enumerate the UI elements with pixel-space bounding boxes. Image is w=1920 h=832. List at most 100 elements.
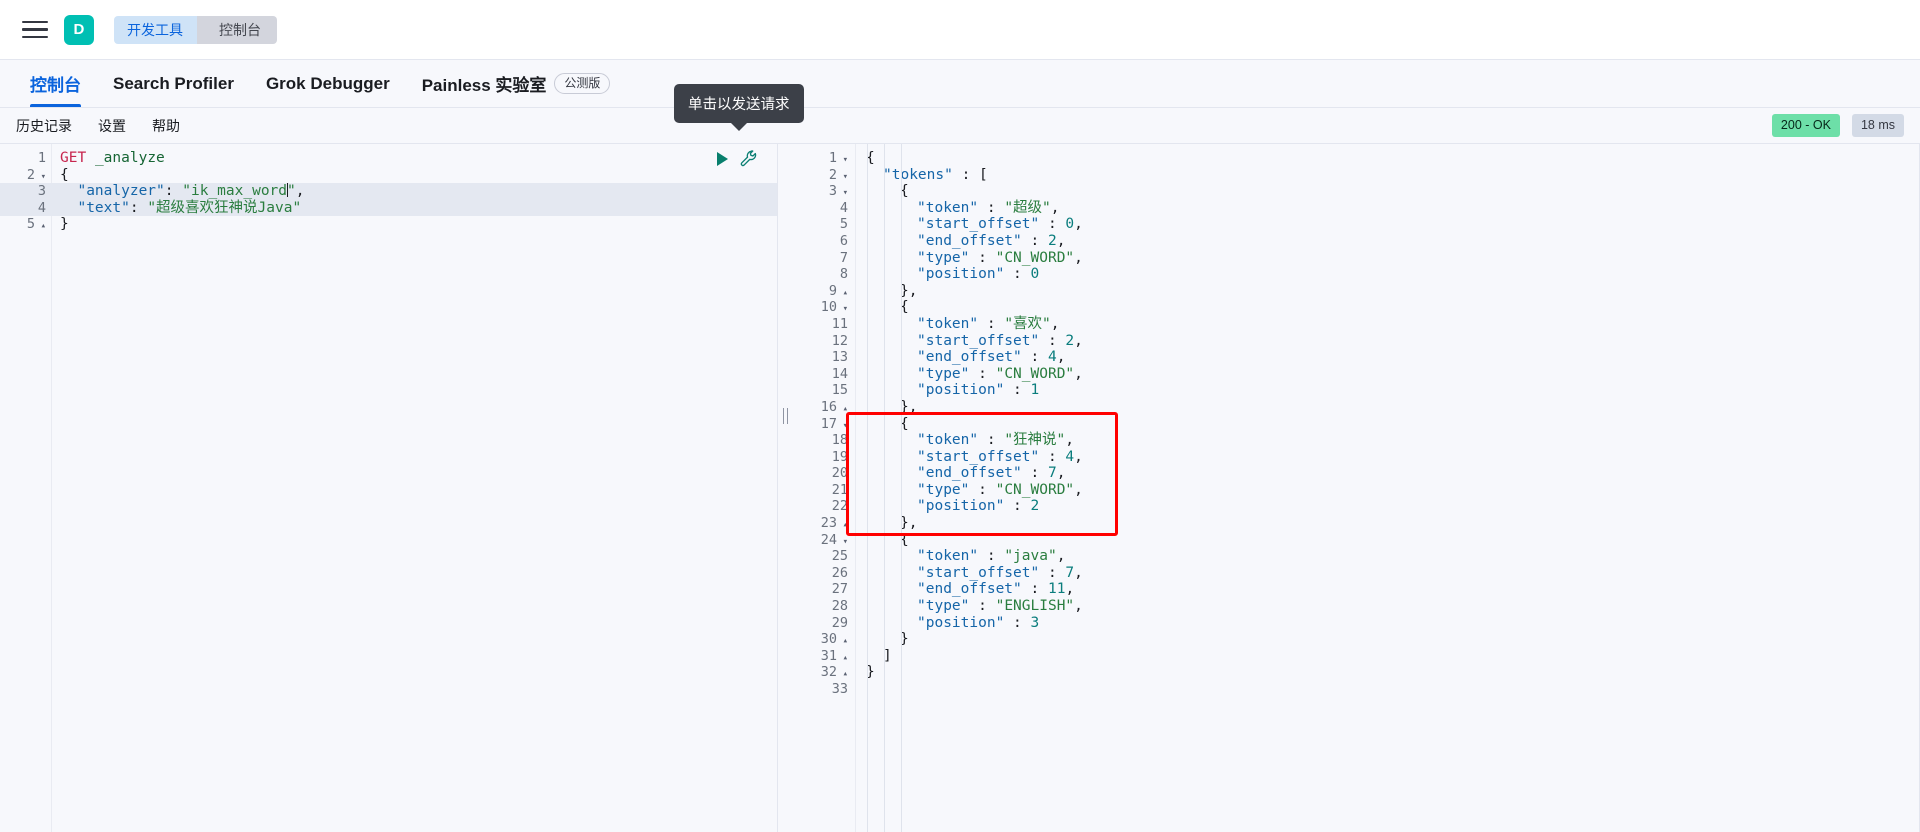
tab-console-label: 控制台 xyxy=(30,76,81,95)
code-line: 16 ▴}, xyxy=(778,399,1920,416)
code-text: "type" : "ENGLISH", xyxy=(856,598,1083,615)
toolbar-history-button[interactable]: 历史记录 xyxy=(16,116,72,136)
breadcrumb-item-console[interactable]: 控制台 xyxy=(197,15,277,44)
code-token: 7 xyxy=(1065,564,1075,581)
tab-search-profiler-label: Search Profiler xyxy=(113,73,234,93)
code-token: , xyxy=(1074,598,1083,615)
code-line: 27 "end_offset" : 11, xyxy=(778,581,1920,598)
code-line: 12 "start_offset" : 2, xyxy=(778,333,1920,350)
code-token: "token" xyxy=(917,315,979,332)
code-text: "end_offset" : 2, xyxy=(856,233,1065,250)
code-token: : xyxy=(1021,465,1048,482)
code-token: } xyxy=(60,216,69,233)
code-token: 11 xyxy=(1047,581,1066,598)
code-line: 24 ▾{ xyxy=(778,532,1920,549)
code-text: } xyxy=(52,216,69,233)
code-token: "text" xyxy=(77,199,130,216)
breadcrumb: 开发工具 控制台 xyxy=(114,15,277,44)
code-text: "start_offset" : 2, xyxy=(856,333,1083,350)
status-badge-beta: 公测版 xyxy=(554,73,611,94)
request-editor-code[interactable]: 1 GET _analyze 2 ▾{3 "analyzer": "ik_max_wo… xyxy=(0,144,777,832)
code-token: "type" xyxy=(917,481,970,498)
code-token: : xyxy=(952,166,980,183)
tab-console[interactable]: 控制台 xyxy=(14,60,97,107)
code-text: }, xyxy=(856,399,917,416)
code-text: "token" : "喜欢", xyxy=(856,316,1060,333)
code-line: 19 "start_offset" : 4, xyxy=(778,449,1920,466)
code-line: 1 GET _analyze xyxy=(0,150,777,167)
response-viewer-pane[interactable]: 1 ▾{2 ▾ "tokens" : [3 ▾{4 "token" : "超级", 5 "st… xyxy=(778,144,1920,832)
code-token: }, xyxy=(900,398,918,415)
code-token: 1 xyxy=(1030,382,1040,399)
code-line: 2 ▾ "tokens" : [ xyxy=(778,167,1920,184)
code-token: : xyxy=(164,183,183,200)
console-split-panes: 1 GET _analyze 2 ▾{3 "analyzer": "ik_max_wo… xyxy=(0,144,1920,832)
code-token: "analyzer" xyxy=(77,183,165,200)
code-line: 2 ▾{ xyxy=(0,167,777,184)
code-text: "type" : "CN_WORD", xyxy=(856,250,1083,267)
code-line: 4 "text": "超级喜欢狂神说Java" xyxy=(0,199,777,217)
toolbar-settings-button[interactable]: 设置 xyxy=(98,116,126,136)
code-token: "position" xyxy=(917,614,1005,631)
tab-painless-lab[interactable]: Painless 实验室 公测版 xyxy=(406,60,627,107)
tab-grok-debugger-label: Grok Debugger xyxy=(265,73,390,93)
code-line: 18 "token" : "狂神说", xyxy=(778,432,1920,449)
code-line: 20 "end_offset" : 7, xyxy=(778,465,1920,482)
code-text: "start_offset" : 7, xyxy=(856,565,1083,582)
code-line: 6 "end_offset" : 2, xyxy=(778,233,1920,250)
send-request-play-icon[interactable] xyxy=(717,151,728,166)
tab-search-profiler[interactable]: Search Profiler xyxy=(97,60,250,107)
code-token: : xyxy=(1039,216,1066,233)
request-editor-pane[interactable]: 1 GET _analyze 2 ▾{3 "analyzer": "ik_max_wo… xyxy=(0,144,778,832)
code-line: 26 "start_offset" : 7, xyxy=(778,565,1920,582)
line-number: 3 xyxy=(37,183,46,200)
code-text: "type" : "CN_WORD", xyxy=(856,482,1083,499)
code-token: { xyxy=(60,166,69,183)
code-text: }, xyxy=(856,283,917,300)
breadcrumb-item-devtools[interactable]: 开发工具 xyxy=(114,15,210,44)
status-badge-duration: 18 ms xyxy=(1851,114,1904,137)
tab-grok-debugger[interactable]: Grok Debugger xyxy=(250,60,406,107)
code-token: , xyxy=(1074,332,1083,349)
toolbar-help-button[interactable]: 帮助 xyxy=(152,116,180,136)
wrench-icon[interactable] xyxy=(740,150,757,167)
pane-splitter-handle[interactable] xyxy=(778,0,792,832)
code-token: : xyxy=(129,199,148,216)
code-token: 2 xyxy=(1065,332,1075,349)
code-token: , xyxy=(1056,548,1066,565)
code-line: 29 "position" : 3 xyxy=(778,615,1920,632)
code-token: 2 xyxy=(1030,498,1040,515)
code-token: : xyxy=(978,432,1005,449)
code-token: : xyxy=(1039,564,1066,581)
code-token: : xyxy=(1004,266,1031,283)
code-token: 4 xyxy=(1047,349,1057,366)
code-token: "position" xyxy=(917,266,1005,283)
code-line: 17 ▾{ xyxy=(778,416,1920,433)
code-line: 31 ▴] xyxy=(778,648,1920,665)
code-token: 2 xyxy=(1047,232,1057,249)
code-token: "超级" xyxy=(1004,199,1051,216)
console-toolbar: 历史记录 设置 帮助 200 - OK 18 ms xyxy=(0,108,1920,144)
hamburger-menu-icon[interactable] xyxy=(20,15,50,45)
response-viewer-code[interactable]: 1 ▾{2 ▾ "tokens" : [3 ▾{4 "token" : "超级", 5 "st… xyxy=(778,144,1920,832)
code-token: 7 xyxy=(1047,465,1057,482)
fold-toggle-icon[interactable]: ▴ xyxy=(37,218,46,235)
code-text: "end_offset" : 11, xyxy=(856,581,1074,598)
code-text: "tokens" : [ xyxy=(856,167,988,184)
code-token: "start_offset" xyxy=(917,216,1040,233)
code-token: GET xyxy=(60,150,87,166)
indent-guide xyxy=(901,144,902,832)
global-header: D 开发工具 控制台 xyxy=(0,0,1920,60)
code-line: 5 "start_offset" : 0, xyxy=(778,216,1920,233)
code-line: 5 ▴} xyxy=(0,216,777,233)
avatar[interactable]: D xyxy=(64,14,94,45)
code-text: "end_offset" : 7, xyxy=(856,465,1065,482)
code-token: , xyxy=(1074,448,1083,465)
code-line: 33 xyxy=(778,681,1920,698)
code-text: "token" : "java", xyxy=(856,548,1065,565)
code-token: }, xyxy=(900,515,918,532)
code-token: : xyxy=(969,598,996,615)
code-token: : xyxy=(1004,614,1031,631)
